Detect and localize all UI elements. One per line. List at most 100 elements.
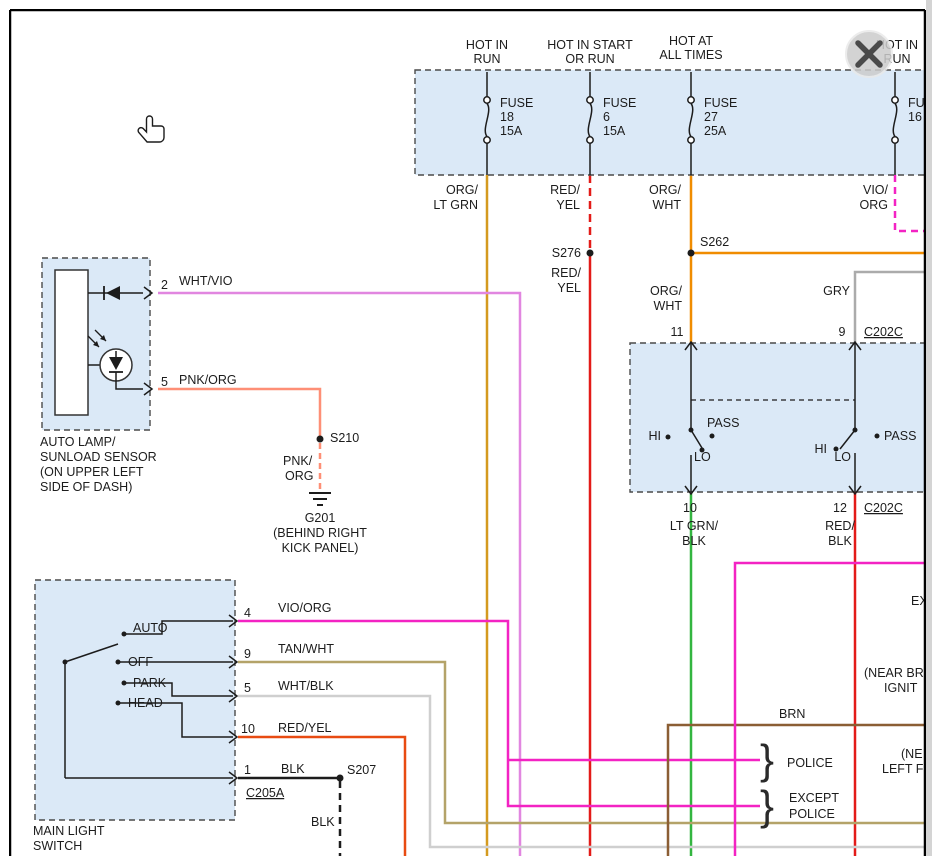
- wire-color-label: YEL: [557, 281, 581, 295]
- fuse-amp: 15A: [603, 124, 626, 138]
- component-caption: SWITCH: [33, 839, 82, 853]
- pin-number: 4: [244, 606, 251, 620]
- ground-name: G201: [305, 511, 336, 525]
- fuse-number: 16: [908, 110, 922, 124]
- feed-label: HOT AT: [669, 34, 713, 48]
- clipped-text-fragment: (NE: [901, 747, 923, 761]
- wire-color-label: ORG/: [446, 183, 478, 197]
- splice-dot-s262: [688, 250, 695, 257]
- position-label-lo: LO: [834, 450, 851, 464]
- wire-color-label: ORG: [860, 198, 888, 212]
- position-label-lo: LO: [694, 450, 711, 464]
- pin-number: 12: [833, 501, 847, 515]
- feed-label: HOT IN START: [547, 38, 633, 52]
- wire-color-label: BLK: [281, 762, 305, 776]
- splice-dot-s276: [587, 250, 594, 257]
- wiring-diagram: HOT IN RUN FUSE 18 15A ORG/ LT GRN HOT I…: [0, 0, 932, 856]
- pin-number: 5: [161, 375, 168, 389]
- connector-name: C202C: [864, 325, 903, 339]
- pin-number: 1: [244, 763, 251, 777]
- wire-color-label: BLK: [682, 534, 706, 548]
- dimmer-box-outline: [630, 343, 932, 492]
- pin-number: 9: [244, 647, 251, 661]
- contact-dot-pass: [875, 434, 880, 439]
- splice-dot-s207: [337, 775, 344, 782]
- component-caption: SIDE OF DASH): [40, 480, 132, 494]
- wire-color-label: TAN/WHT: [278, 642, 334, 656]
- feed-label: OR RUN: [565, 52, 614, 66]
- sensor-body: [55, 270, 88, 415]
- variant-brace-icon: }: [760, 782, 774, 829]
- clipped-text-fragment: (NEAR BR: [864, 666, 924, 680]
- wire-color-label: RED/: [825, 519, 855, 533]
- left-margin: [0, 0, 9, 856]
- wire-color-label: VIO/ORG: [278, 601, 331, 615]
- wire-color-label: WHT: [654, 299, 683, 313]
- component-caption: MAIN LIGHT: [33, 824, 105, 838]
- ground-location: (BEHIND RIGHT: [273, 526, 367, 540]
- wire-color-label: RED/YEL: [278, 721, 332, 735]
- variant-label-except: POLICE: [789, 807, 835, 821]
- pivot-dot: [63, 660, 68, 665]
- fuse-name: FUSE: [603, 96, 636, 110]
- fuse-amp: 15A: [500, 124, 523, 138]
- splice-label: S262: [700, 235, 729, 249]
- contact-dot-hi: [666, 435, 671, 440]
- wire-color-label: PNK/ORG: [179, 373, 237, 387]
- fuse-box-outline: [415, 70, 932, 175]
- wire-color-label: PNK/: [283, 454, 313, 468]
- position-label-head: HEAD: [128, 696, 163, 710]
- wire-color-label: WHT: [653, 198, 682, 212]
- fuse-name: FUSE: [704, 96, 737, 110]
- wire-color-label: BLK: [828, 534, 852, 548]
- wire-color-label: ORG/: [650, 284, 682, 298]
- scrollbar-track[interactable]: [926, 0, 932, 856]
- position-label-pass: PASS: [884, 429, 916, 443]
- wire-color-label: WHT/BLK: [278, 679, 334, 693]
- variant-brace-icon: }: [760, 736, 774, 783]
- connector-name: C205A: [246, 786, 285, 800]
- pin-number: 10: [683, 501, 697, 515]
- pin-number: 11: [671, 325, 684, 339]
- contact-dot-pass: [710, 434, 715, 439]
- ground-location: KICK PANEL): [282, 541, 359, 555]
- contact-dot: [689, 428, 694, 433]
- component-caption: (ON UPPER LEFT: [40, 465, 144, 479]
- pin-number: 9: [839, 325, 846, 339]
- wire-color-label: ORG/: [649, 183, 681, 197]
- position-label-hi: HI: [649, 429, 662, 443]
- fuse-amp: 25A: [704, 124, 727, 138]
- wire-color-label: ORG: [285, 469, 313, 483]
- pin-number: 2: [161, 278, 168, 292]
- splice-label: S207: [347, 763, 376, 777]
- splice-label: S276: [552, 246, 581, 260]
- component-caption: SUNLOAD SENSOR: [40, 450, 157, 464]
- wire-color-label: BLK: [311, 815, 335, 829]
- splice-label: S210: [330, 431, 359, 445]
- close-button[interactable]: [846, 31, 892, 77]
- feed-label: RUN: [473, 52, 500, 66]
- position-label-hi: HI: [815, 442, 828, 456]
- splice-dot-s210: [317, 436, 324, 443]
- wire-color-label: RED/: [550, 183, 580, 197]
- fuse-number: 27: [704, 110, 718, 124]
- clipped-text-fragment: IGNIT: [884, 681, 918, 695]
- wire-color-label-brn: BRN: [779, 707, 805, 721]
- fuse-name: FUSE: [500, 96, 533, 110]
- wire-color-label-gry: GRY: [823, 284, 851, 298]
- fuse-number: 6: [603, 110, 610, 124]
- position-label-auto: AUTO: [133, 621, 168, 635]
- connector-name: C202C: [864, 501, 903, 515]
- wire-color-label: YEL: [556, 198, 580, 212]
- position-label-off: OFF: [128, 655, 153, 669]
- wire-color-label: VIO/: [863, 183, 889, 197]
- wire-color-label: LT GRN: [433, 198, 478, 212]
- pin-number: 10: [241, 722, 255, 736]
- variant-label-police: POLICE: [787, 756, 833, 770]
- component-caption: AUTO LAMP/: [40, 435, 116, 449]
- fuse-number: 18: [500, 110, 514, 124]
- wire-color-label: LT GRN/: [670, 519, 719, 533]
- variant-label-except: EXCEPT: [789, 791, 839, 805]
- pin-number: 5: [244, 681, 251, 695]
- top-margin: [0, 0, 932, 9]
